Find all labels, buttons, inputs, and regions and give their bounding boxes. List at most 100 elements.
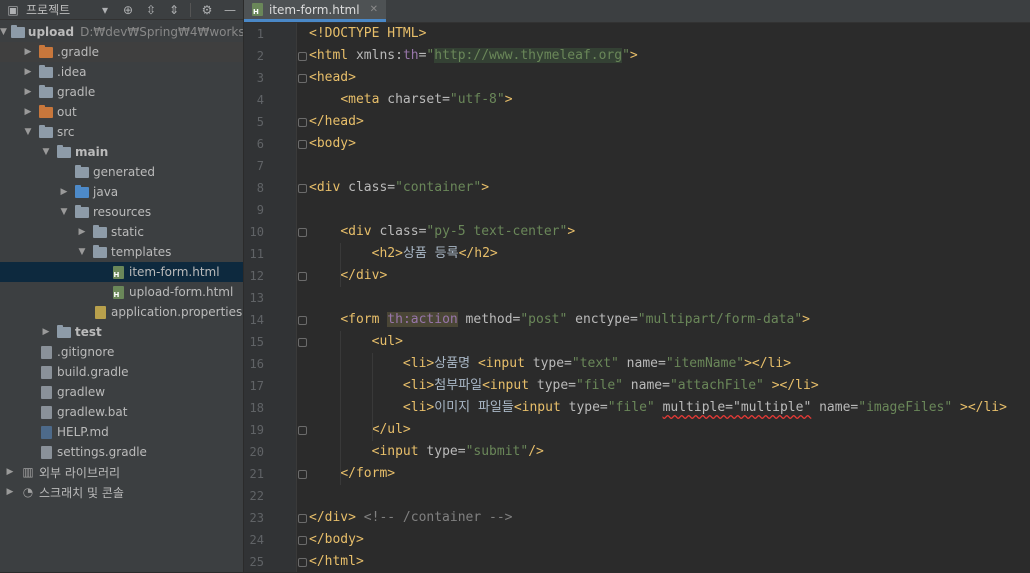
file-icon <box>38 365 54 379</box>
line-number: 17 <box>249 379 264 393</box>
chevron-down-icon[interactable]: ▼ <box>40 147 52 157</box>
tree-item[interactable]: generated <box>0 162 243 182</box>
code-token: name= <box>811 400 859 415</box>
code-line[interactable]: </ul> <box>309 419 411 441</box>
tree-item[interactable]: ▼ main <box>0 142 243 162</box>
fold-marker-icon[interactable] <box>298 228 307 237</box>
code-line[interactable]: <!DOCTYPE HTML> <box>309 23 426 45</box>
code-token: charset= <box>387 92 450 107</box>
fold-marker-icon[interactable] <box>298 52 307 61</box>
chevron-right-icon[interactable]: ▶ <box>22 87 34 97</box>
tree-item[interactable]: ▶ java <box>0 182 243 202</box>
chevron-down-icon[interactable]: ▼ <box>58 207 70 217</box>
fold-marker-icon[interactable] <box>298 536 307 545</box>
code-line[interactable]: </body> <box>309 529 364 551</box>
code-token: </head> <box>309 114 364 129</box>
locate-icon[interactable]: ⊕ <box>121 3 135 17</box>
code-line[interactable]: <div class="container"> <box>309 177 489 199</box>
project-panel-title[interactable]: 프로젝트 <box>26 1 70 18</box>
tree-item[interactable]: gradlew <box>0 382 243 402</box>
tree-item[interactable]: ▶ gradle <box>0 82 243 102</box>
dropdown-icon[interactable]: ▾ <box>98 3 112 17</box>
project-view-icon[interactable]: ▣ <box>6 3 20 17</box>
fold-marker-icon[interactable] <box>298 74 307 83</box>
tree-item[interactable]: gradlew.bat <box>0 402 243 422</box>
chevron-right-icon[interactable]: ▶ <box>4 467 16 477</box>
code-line[interactable]: <head> <box>309 67 356 89</box>
fold-marker-icon[interactable] <box>298 470 307 479</box>
tree-item[interactable]: ▶ ◔ 스크래치 및 콘솔 <box>0 482 243 502</box>
folder-icon <box>74 204 90 219</box>
code-line[interactable]: </head> <box>309 111 364 133</box>
fold-marker-icon[interactable] <box>298 514 307 523</box>
code-line[interactable]: <html xmlns:th="http://www.thymeleaf.org… <box>309 45 638 67</box>
code-line[interactable]: <input type="submit"/> <box>309 441 544 463</box>
chevron-right-icon[interactable]: ▶ <box>4 487 16 497</box>
chevron-right-icon[interactable]: ▶ <box>76 227 88 237</box>
code-token: <li> <box>402 400 435 415</box>
tree-item[interactable]: item-form.html <box>0 262 243 282</box>
code-line[interactable]: <h2>상품 등록</h2> <box>309 243 498 265</box>
fold-marker-icon[interactable] <box>298 558 307 567</box>
code-line[interactable]: </html> <box>309 551 364 573</box>
file-icon <box>38 445 54 459</box>
collapse-all-icon[interactable]: ⇕ <box>167 3 181 17</box>
tree-item[interactable]: ▶ test <box>0 322 243 342</box>
tree-item[interactable]: application.properties <box>0 302 243 322</box>
tree-item[interactable]: ▶ out <box>0 102 243 122</box>
tree-item[interactable]: ▼ resources <box>0 202 243 222</box>
expand-all-icon[interactable]: ⇳ <box>144 3 158 17</box>
hide-icon[interactable]: — <box>223 3 237 17</box>
line-number: 6 <box>256 137 264 151</box>
code-line[interactable]: </div> <box>309 265 387 287</box>
chevron-down-icon[interactable]: ▼ <box>76 247 88 257</box>
chevron-right-icon[interactable]: ▶ <box>22 107 34 117</box>
code-line[interactable]: <ul> <box>309 331 403 353</box>
code-line[interactable]: <li>상품명 <input type="text" name="itemNam… <box>309 353 791 375</box>
chevron-right-icon[interactable]: ▶ <box>22 67 34 77</box>
line-number: 21 <box>249 467 264 481</box>
fold-marker-icon[interactable] <box>298 118 307 127</box>
code-line[interactable]: </form> <box>309 463 395 485</box>
tree-item[interactable]: ▼ upload D:₩dev₩Spring₩4₩workspac <box>0 22 243 42</box>
code-line[interactable]: <body> <box>309 133 356 155</box>
tree-item[interactable]: .gitignore <box>0 342 243 362</box>
code-line[interactable]: </div> <!-- /container --> <box>309 507 513 529</box>
code-line[interactable]: <div class="py-5 text-center"> <box>309 221 575 243</box>
code-token: /> <box>528 444 544 459</box>
code-line[interactable]: <li>첨부파일<input type="file" name="attachF… <box>309 375 819 397</box>
folder-icon <box>74 164 90 179</box>
chevron-right-icon[interactable]: ▶ <box>58 187 70 197</box>
code-line[interactable]: <meta charset="utf-8"> <box>309 89 512 111</box>
tree-item[interactable]: ▼ templates <box>0 242 243 262</box>
chevron-right-icon[interactable]: ▶ <box>22 47 34 57</box>
chevron-down-icon[interactable]: ▼ <box>0 27 7 37</box>
tree-item[interactable]: ▶ static <box>0 222 243 242</box>
tree-item[interactable]: ▼ src <box>0 122 243 142</box>
indent-guide <box>340 331 341 485</box>
tree-item[interactable]: ▶ ▥ 외부 라이브러리 <box>0 462 243 482</box>
chevron-down-icon[interactable]: ▼ <box>22 127 34 137</box>
tree-item-label: 스크래치 및 콘솔 <box>39 485 124 500</box>
line-number: 3 <box>256 71 264 85</box>
tree-item[interactable]: ▶ .gradle <box>0 42 243 62</box>
fold-marker-icon[interactable] <box>298 184 307 193</box>
close-icon[interactable]: ✕ <box>370 4 378 15</box>
fold-marker-icon[interactable] <box>298 316 307 325</box>
chevron-right-icon[interactable]: ▶ <box>40 327 52 337</box>
fold-marker-icon[interactable] <box>298 272 307 281</box>
fold-marker-icon[interactable] <box>298 426 307 435</box>
fold-marker-icon[interactable] <box>298 140 307 149</box>
tree-item[interactable]: settings.gradle <box>0 442 243 462</box>
tree-item[interactable]: upload-form.html <box>0 282 243 302</box>
code-line[interactable]: <li>이미지 파일들<input type="file" multiple="… <box>309 397 1007 419</box>
tree-item[interactable]: HELP.md <box>0 422 243 442</box>
code-line[interactable]: <form th:action method="post" enctype="m… <box>309 309 810 331</box>
tab-item-form[interactable]: item-form.html ✕ <box>244 0 386 22</box>
fold-marker-icon[interactable] <box>298 338 307 347</box>
tree-item[interactable]: build.gradle <box>0 362 243 382</box>
code-editor[interactable]: 1 2 3 4 5 6 7 8 9 10 11 12 13 14 15 16 17 18 19 20 21 22 23 24 2… <box>244 23 1030 572</box>
settings-icon[interactable]: ⚙ <box>200 3 214 17</box>
tree-item[interactable]: ▶ .idea <box>0 62 243 82</box>
